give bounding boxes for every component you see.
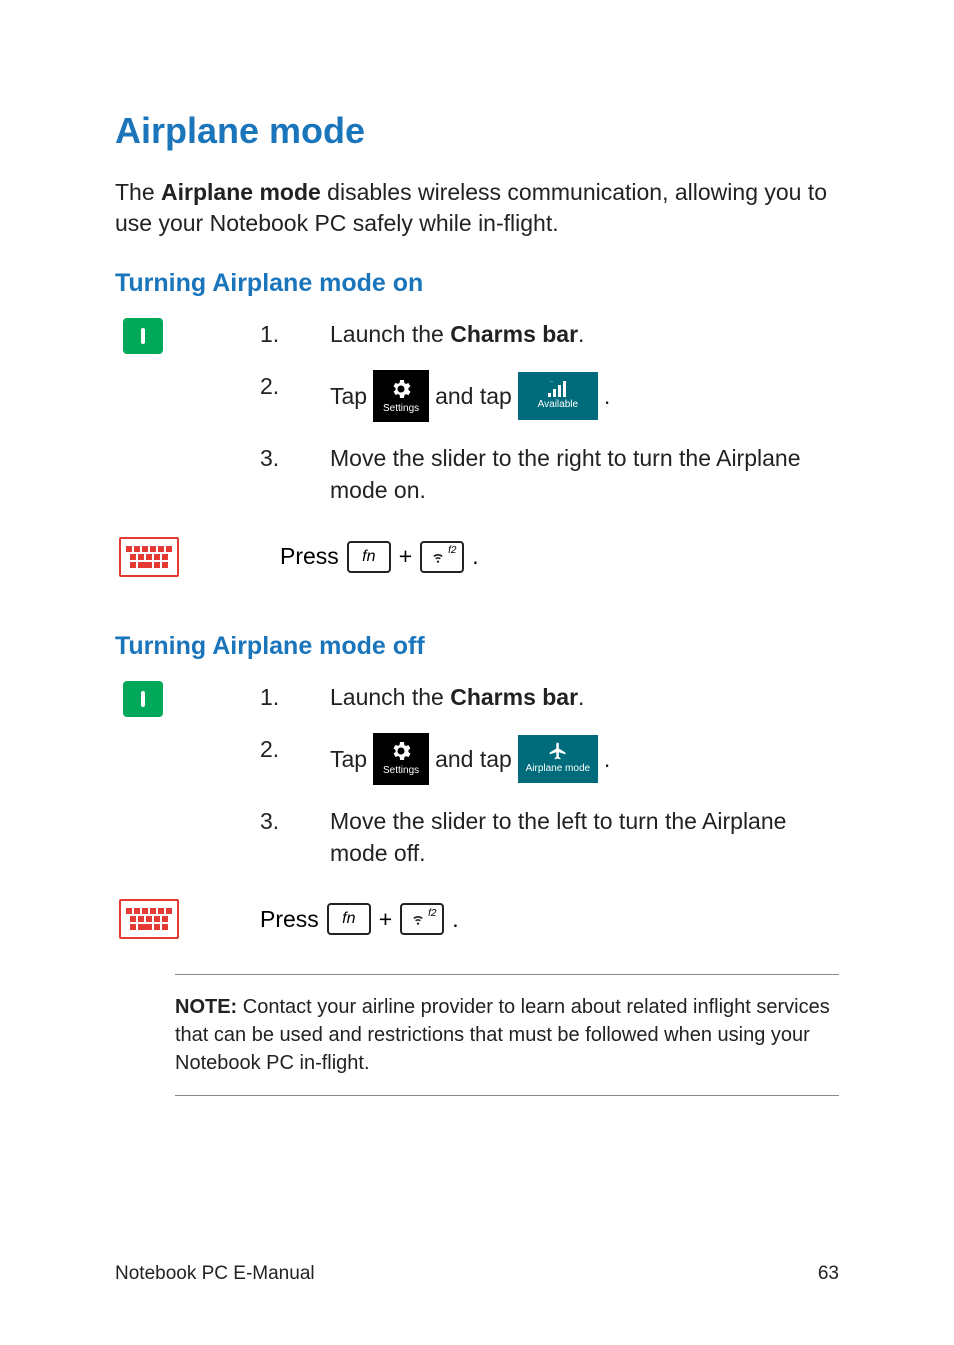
step2-off: Tap Settings and tap Airplane mode . xyxy=(330,733,839,785)
t: Tap xyxy=(330,743,367,775)
airplane-tile: Airplane mode xyxy=(518,735,598,783)
keyboard-icon xyxy=(119,899,179,939)
airplane-label: Airplane mode xyxy=(526,762,590,776)
t: . xyxy=(604,380,610,412)
fn-key: fn xyxy=(347,541,391,573)
f2-key: f2 xyxy=(400,903,444,935)
wifi-icon xyxy=(411,912,425,926)
signal-icon: * xyxy=(548,381,568,397)
svg-text:*: * xyxy=(550,381,553,387)
available-tile: * Available xyxy=(518,372,598,420)
step-number: 2. xyxy=(260,733,330,765)
heading-off: Turning Airplane mode off xyxy=(115,632,839,661)
press-label: Press xyxy=(260,906,319,933)
t: . xyxy=(578,684,584,710)
touchpad-steps-off: 1. Launch the Charms bar. 2. Tap Setting… xyxy=(115,681,839,880)
available-label: Available xyxy=(538,398,578,412)
wifi-icon xyxy=(431,550,445,564)
step1-off: Launch the Charms bar. xyxy=(330,681,839,713)
t: f2 xyxy=(448,545,456,556)
gear-icon xyxy=(389,377,413,401)
step3-on: Move the slider to the right to turn the… xyxy=(330,442,839,506)
note-label: NOTE: xyxy=(175,996,237,1018)
period: . xyxy=(472,543,478,570)
footer-left: Notebook PC E-Manual xyxy=(115,1263,315,1285)
heading-on: Turning Airplane mode on xyxy=(115,269,839,298)
step-number: 3. xyxy=(260,442,330,474)
t: fn xyxy=(362,548,375,566)
t: Charms bar xyxy=(450,321,578,347)
step-number: 1. xyxy=(260,318,330,350)
page-title: Airplane mode xyxy=(115,110,839,152)
note-block: NOTE: Contact your airline provider to l… xyxy=(175,974,839,1096)
intro-bold: Airplane mode xyxy=(161,179,321,205)
touchpad-steps-on: 1. Launch the Charms bar. 2. Tap Setting… xyxy=(115,318,839,517)
page-footer: Notebook PC E-Manual 63 xyxy=(115,1263,839,1285)
settings-tile: Settings xyxy=(373,733,429,785)
touchpad-icon xyxy=(123,318,163,354)
keyboard-row-off: Press fn + f2 . xyxy=(115,899,839,939)
step-number: 1. xyxy=(260,681,330,713)
step2-on: Tap Settings and tap * Available . xyxy=(330,370,839,422)
touchpad-icon xyxy=(123,681,163,717)
settings-label: Settings xyxy=(383,402,419,416)
gear-icon xyxy=(389,739,413,763)
page-number: 63 xyxy=(818,1263,839,1285)
t: and tap xyxy=(435,380,512,412)
t: and tap xyxy=(435,743,512,775)
airplane-icon xyxy=(548,741,568,761)
t: Launch the xyxy=(330,684,450,710)
plus: + xyxy=(379,906,392,933)
step-number: 2. xyxy=(260,370,330,402)
fn-key: fn xyxy=(327,903,371,935)
t: f2 xyxy=(428,908,436,919)
step3-off: Move the slider to the left to turn the … xyxy=(330,805,839,869)
t: . xyxy=(604,743,610,775)
step-number: 3. xyxy=(260,805,330,837)
settings-label: Settings xyxy=(383,764,419,778)
t: Launch the xyxy=(330,321,450,347)
plus: + xyxy=(399,543,412,570)
t: . xyxy=(578,321,584,347)
t: Charms bar xyxy=(450,684,578,710)
press-label: Press xyxy=(280,543,339,570)
settings-tile: Settings xyxy=(373,370,429,422)
f2-key: f2 xyxy=(420,541,464,573)
t: fn xyxy=(342,910,355,928)
keyboard-icon xyxy=(119,537,179,577)
intro-pre: The xyxy=(115,179,161,205)
intro-text: The Airplane mode disables wireless comm… xyxy=(115,177,839,239)
keyboard-row-on: Press fn + f2 . xyxy=(115,537,839,577)
note-text: Contact your airline provider to learn a… xyxy=(175,996,830,1074)
step1-on: Launch the Charms bar. xyxy=(330,318,839,350)
t: Tap xyxy=(330,380,367,412)
period: . xyxy=(452,906,458,933)
